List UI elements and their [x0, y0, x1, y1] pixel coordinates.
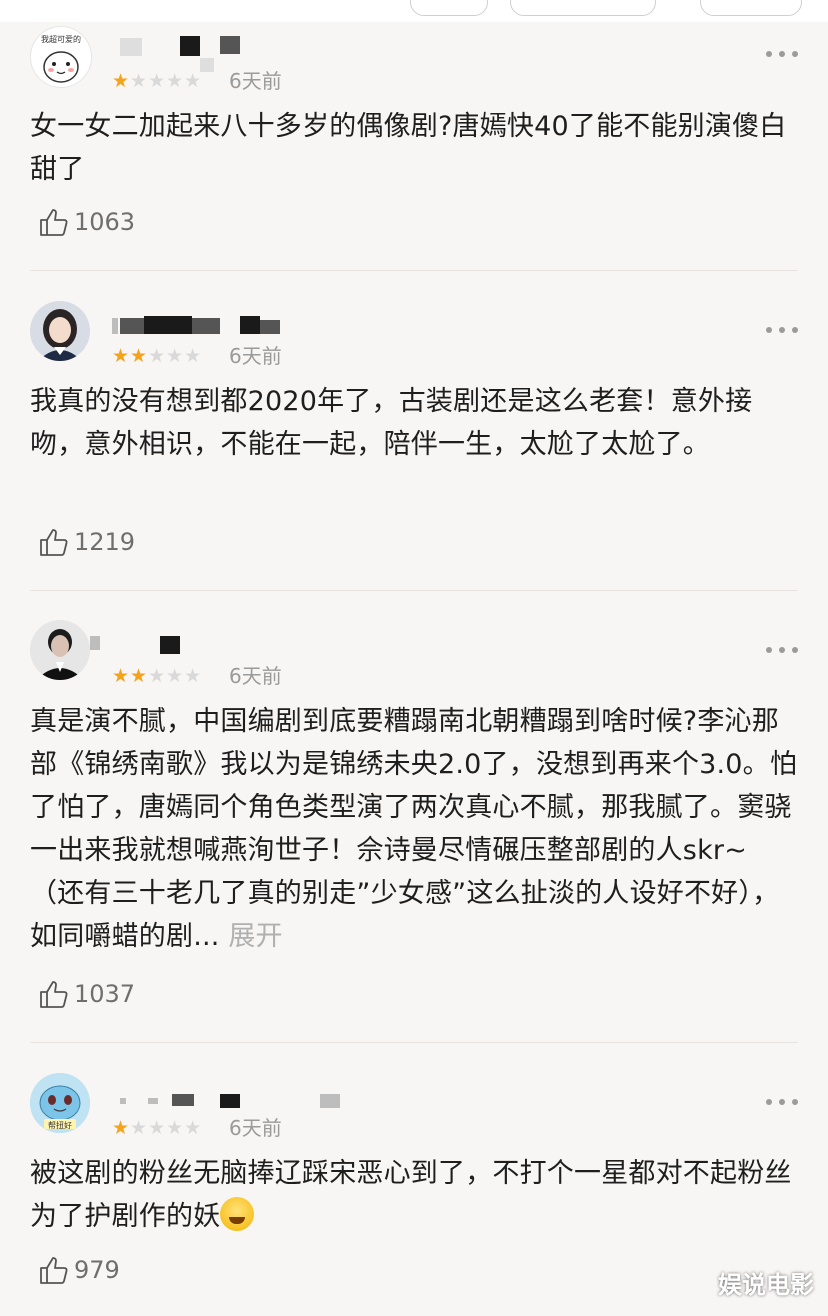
- rating-stars: ★★★★★: [112, 70, 203, 92]
- review-text: 被这剧的粉丝无脑捧辽踩宋恶心到了，不打个一星都对不起粉丝为了护剧作的妖: [30, 1158, 792, 1232]
- rating-stars: ★★★★★: [112, 1117, 203, 1139]
- thumbs-up-icon: [40, 529, 68, 556]
- tab-pill[interactable]: [510, 0, 656, 16]
- portrait-girl-icon: [30, 301, 90, 361]
- avatar-caption: 我超可爱的: [41, 35, 81, 44]
- like-button[interactable]: 979: [38, 1253, 120, 1287]
- more-dots-icon[interactable]: [766, 325, 798, 335]
- thumbs-up-icon: [40, 209, 68, 236]
- review-content: 我真的没有想到都2020年了，古装剧还是这么老套！意外接吻，意外相识，不能在一起…: [30, 386, 753, 460]
- like-button[interactable]: 1219: [38, 525, 135, 559]
- like-button[interactable]: 1063: [38, 205, 135, 239]
- thumbs-up-icon: [40, 981, 68, 1008]
- rating-stars: ★★★★★: [112, 665, 203, 687]
- avatar-caption: 帮扭好: [48, 1121, 72, 1130]
- user-avatar[interactable]: [30, 620, 90, 680]
- expand-link[interactable]: 展开: [228, 921, 282, 952]
- review-time: 6天前: [229, 1116, 282, 1140]
- like-count: 1063: [74, 208, 136, 236]
- more-dots-icon[interactable]: [766, 645, 798, 655]
- like-button[interactable]: 1037: [38, 977, 135, 1011]
- review-time: 6天前: [229, 69, 282, 93]
- sweat-smile-emoji-icon: [220, 1197, 255, 1231]
- watermark: 娱说电影: [718, 1271, 814, 1299]
- portrait-man-icon: [30, 620, 90, 680]
- like-count: 1219: [74, 528, 136, 556]
- divider: [30, 1042, 798, 1043]
- top-toolbar: [0, 0, 828, 22]
- tab-pill[interactable]: [700, 0, 802, 16]
- tab-pill[interactable]: [410, 0, 488, 16]
- more-dots-icon[interactable]: [766, 49, 798, 59]
- review-text: 真是演不腻，中国编剧到底要糟蹋南北朝糟蹋到啥时候?李沁那部《锦绣南歌》我以为是锦…: [30, 706, 798, 952]
- review-content: 女一女二加起来八十多岁的偶像剧?唐嫣快40了能不能别演傻白甜了: [30, 111, 787, 185]
- user-avatar[interactable]: 我超可爱的: [30, 26, 92, 88]
- review-time: 6天前: [229, 664, 282, 688]
- user-avatar[interactable]: 帮扭好: [30, 1073, 90, 1133]
- like-count: 979: [74, 1256, 120, 1284]
- divider: [30, 590, 798, 591]
- review-content: 真是演不腻，中国编剧到底要糟蹋南北朝糟蹋到啥时候?李沁那部《锦绣南歌》我以为是锦…: [30, 700, 800, 958]
- divider: [30, 270, 798, 271]
- rating-stars: ★★★★★: [112, 345, 203, 367]
- more-dots-icon[interactable]: [766, 1097, 798, 1107]
- like-count: 1037: [74, 980, 136, 1008]
- thumbs-up-icon: [40, 1257, 68, 1284]
- user-avatar[interactable]: [30, 301, 90, 361]
- review-time: 6天前: [229, 344, 282, 368]
- review-content: 被这剧的粉丝无脑捧辽踩宋恶心到了，不打个一星都对不起粉丝为了护剧作的妖: [30, 1152, 800, 1238]
